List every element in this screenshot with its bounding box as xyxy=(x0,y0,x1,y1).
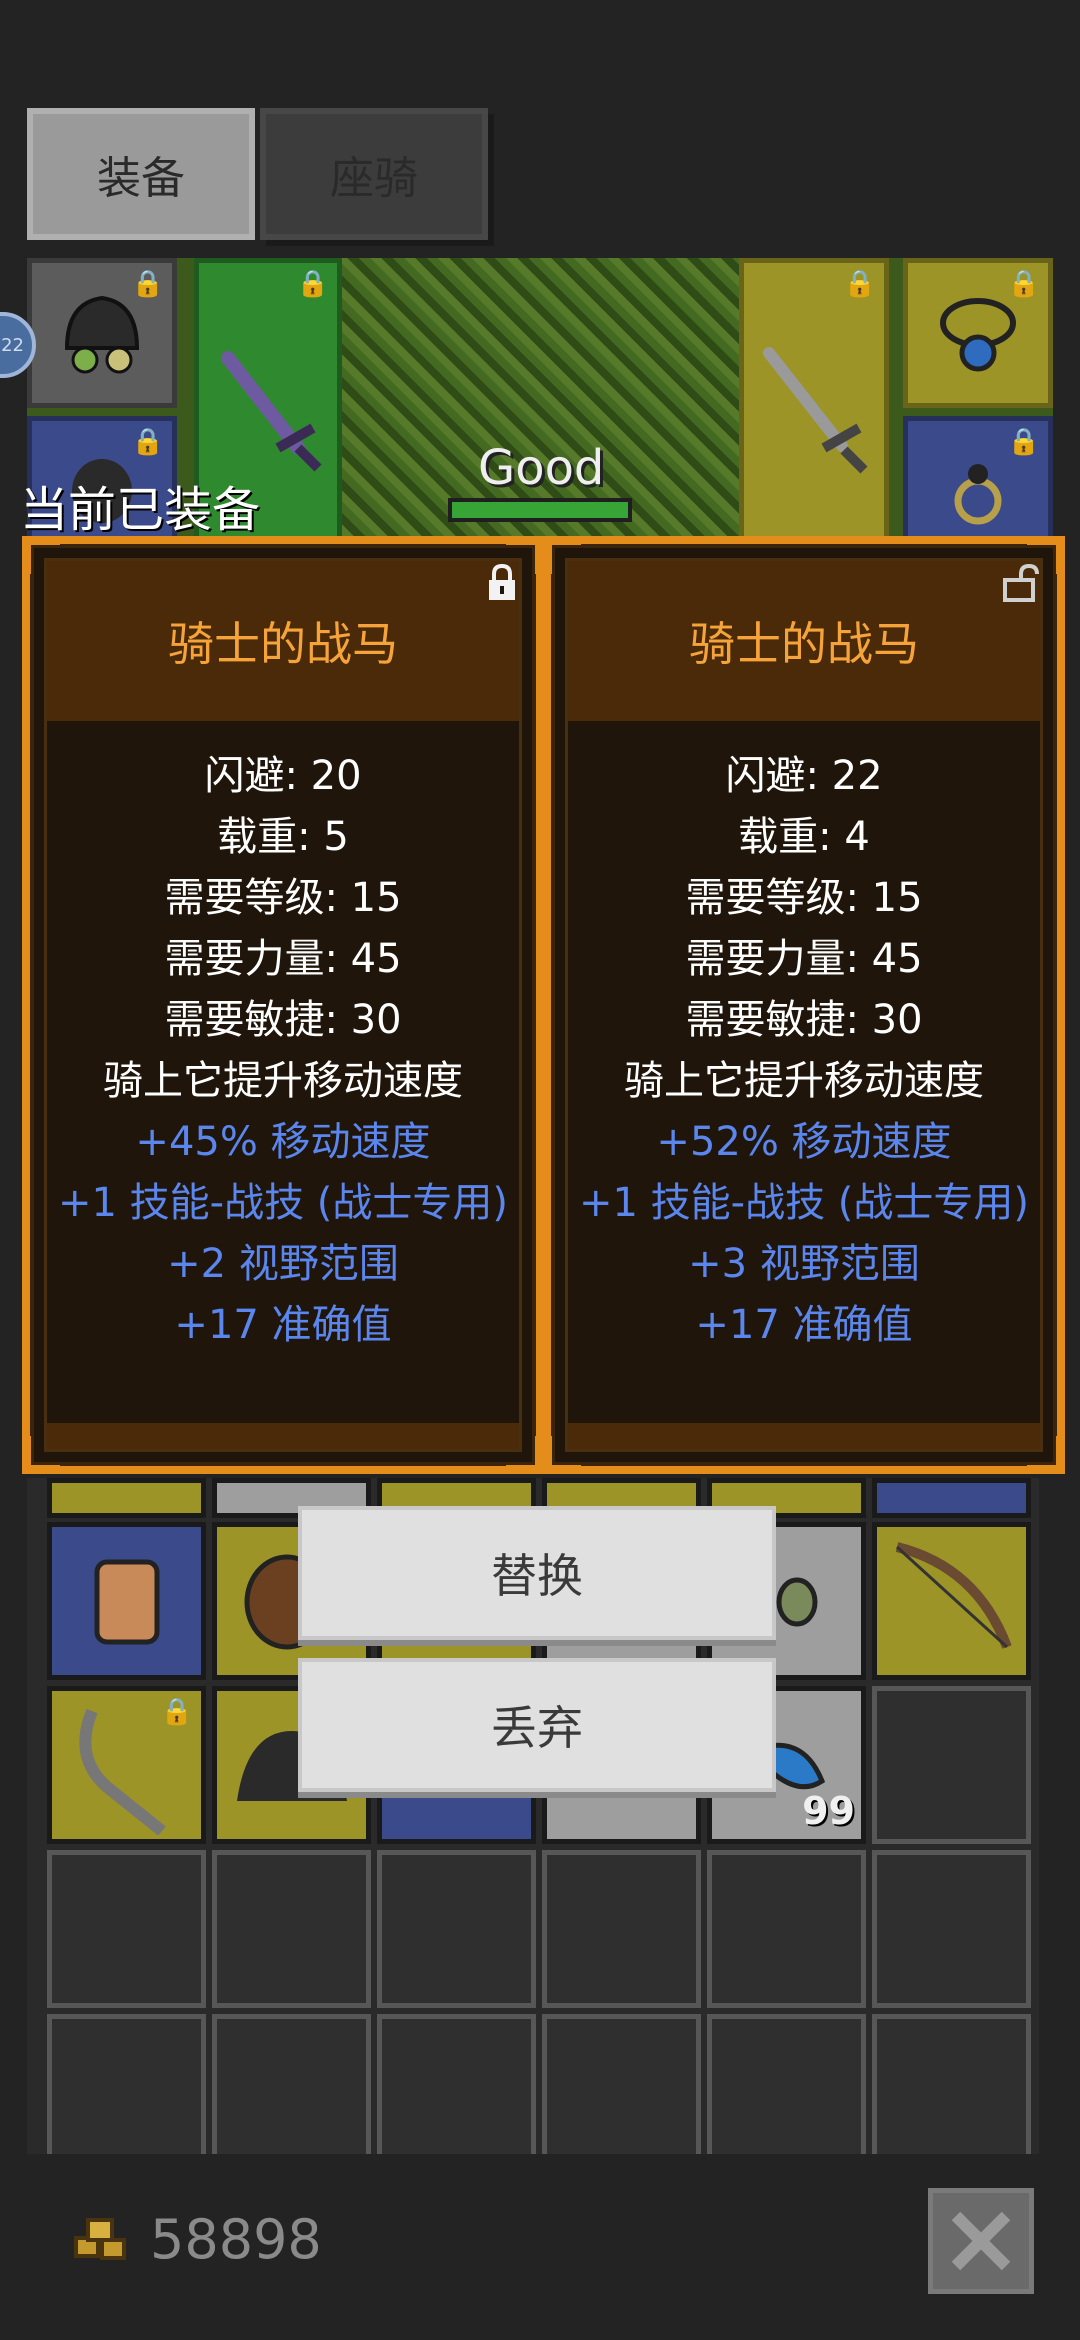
inventory-slot[interactable] xyxy=(872,1522,1031,1680)
inventory-slot[interactable] xyxy=(47,1522,206,1680)
stat-line: +3 视野范围 xyxy=(688,1241,920,1287)
inventory-slot-empty[interactable] xyxy=(872,2014,1031,2154)
inventory-slot-empty[interactable] xyxy=(47,1850,206,2008)
card-footer xyxy=(568,1423,1040,1449)
card-header: 骑士的战马 xyxy=(47,561,519,721)
inventory-row xyxy=(47,1850,1031,2008)
card-inner: 骑士的战马 闪避: 22 载重: 4 需要等级: 15 需要力量: 45 需要敏捷: 3… xyxy=(565,558,1043,1452)
inventory-slot-empty[interactable] xyxy=(212,2014,371,2154)
equip-slot-helmet[interactable]: 🔒 xyxy=(27,258,177,408)
inventory-slot-empty[interactable] xyxy=(377,2014,536,2154)
lock-icon: 🔒 xyxy=(1007,427,1040,457)
replace-button[interactable]: 替换 xyxy=(298,1506,776,1640)
currently-equipped-label: 当前已装备 xyxy=(20,482,261,538)
card-footer xyxy=(47,1423,519,1449)
stat-line: 需要敏捷: 30 xyxy=(685,997,923,1043)
health-bar xyxy=(448,498,632,522)
inventory-slot[interactable] xyxy=(872,1478,1031,1518)
lock-icon: 🔒 xyxy=(296,269,329,299)
inventory-slot[interactable]: 🔒 xyxy=(47,1686,206,1844)
card-inner: 骑士的战马 闪避: 20 载重: 5 需要等级: 15 需要力量: 45 需要敏捷: 3… xyxy=(44,558,522,1452)
stat-line: 载重: 4 xyxy=(738,814,870,860)
stat-line: +52% 移动速度 xyxy=(656,1119,952,1165)
bow-icon xyxy=(895,1542,1012,1649)
inventory-slot-empty[interactable] xyxy=(47,2014,206,2154)
tab-equipment[interactable]: 装备 xyxy=(27,108,255,240)
inventory-slot-empty[interactable] xyxy=(872,1850,1031,2008)
item-count: 99 xyxy=(802,1789,855,1833)
stat-line: 闪避: 20 xyxy=(204,753,362,799)
close-icon xyxy=(951,2211,1011,2271)
character-name-label: Good xyxy=(478,440,605,496)
ring-icon xyxy=(954,464,1002,525)
stat-line: 闪避: 22 xyxy=(725,753,883,799)
lock-icon[interactable] xyxy=(484,562,520,602)
steel-sword-icon xyxy=(763,347,868,474)
stat-line: +1 技能-战技 (战士专用) xyxy=(57,1180,509,1226)
purple-sword-icon xyxy=(221,351,322,472)
stat-line: 骑上它提升移动速度 xyxy=(103,1058,463,1104)
inventory-slot-empty[interactable] xyxy=(542,1850,701,2008)
equip-slot-necklace[interactable]: 🔒 xyxy=(903,258,1053,408)
gold-coins-icon xyxy=(74,2218,126,2260)
stat-line: +1 技能-战技 (战士专用) xyxy=(578,1180,1030,1226)
inventory-slot-empty[interactable] xyxy=(707,1850,866,2008)
stat-line: 需要等级: 15 xyxy=(164,875,402,921)
lock-icon: 🔒 xyxy=(131,427,164,457)
close-button[interactable] xyxy=(928,2188,1034,2294)
discard-button[interactable]: 丢弃 xyxy=(298,1658,776,1792)
gold-amount: 58898 xyxy=(150,2208,322,2271)
stat-line: 载重: 5 xyxy=(217,814,349,860)
stat-line: 需要力量: 45 xyxy=(164,936,402,982)
inventory-slot-empty[interactable] xyxy=(872,1686,1031,1844)
item-stats: 闪避: 20 载重: 5 需要等级: 15 需要力量: 45 需要敏捷: 30 骑上它提升… xyxy=(47,746,519,1356)
lock-icon: 🔒 xyxy=(160,1697,193,1727)
scroll-icon xyxy=(94,1559,160,1645)
item-title: 骑士的战马 xyxy=(689,617,919,671)
stat-line: +17 准确值 xyxy=(695,1302,913,1348)
item-title: 骑士的战马 xyxy=(168,617,398,671)
inventory-slot-empty[interactable] xyxy=(542,2014,701,2154)
unlock-icon[interactable] xyxy=(1001,562,1041,602)
stat-line: +45% 移动速度 xyxy=(135,1119,431,1165)
stat-line: +17 准确值 xyxy=(174,1302,392,1348)
inventory-screen: 装备 座骑 🔒 🔒 🔒 🔒 🔒 🔒 22 Good 当前已装备 🔒 99 骑士的… xyxy=(0,0,1080,2340)
equipped-item-card: 骑士的战马 闪避: 20 载重: 5 需要等级: 15 需要力量: 45 需要敏捷: 3… xyxy=(22,536,544,1474)
equip-slot-weapon-right[interactable]: 🔒 xyxy=(739,258,889,558)
card-header: 骑士的战马 xyxy=(568,561,1040,721)
new-item-card: 骑士的战马 闪避: 22 载重: 4 需要等级: 15 需要力量: 45 需要敏捷: 3… xyxy=(543,536,1065,1474)
inventory-slot-empty[interactable] xyxy=(707,2014,866,2154)
stat-line: 需要等级: 15 xyxy=(685,875,923,921)
lock-icon: 🔒 xyxy=(131,269,164,299)
lock-icon: 🔒 xyxy=(1007,269,1040,299)
inventory-slot-empty[interactable] xyxy=(377,1850,536,2008)
stat-line: 需要力量: 45 xyxy=(685,936,923,982)
stat-line: +2 视野范围 xyxy=(167,1241,399,1287)
lock-icon: 🔒 xyxy=(843,269,876,299)
inventory-row xyxy=(47,2014,1031,2154)
stat-line: 骑上它提升移动速度 xyxy=(624,1058,984,1104)
inventory-slot[interactable] xyxy=(47,1478,206,1518)
inventory-slot-empty[interactable] xyxy=(212,1850,371,2008)
stat-line: 需要敏捷: 30 xyxy=(164,997,402,1043)
tab-mount[interactable]: 座骑 xyxy=(260,108,488,240)
item-stats: 闪避: 22 载重: 4 需要等级: 15 需要力量: 45 需要敏捷: 30 骑上它提升… xyxy=(568,746,1040,1356)
